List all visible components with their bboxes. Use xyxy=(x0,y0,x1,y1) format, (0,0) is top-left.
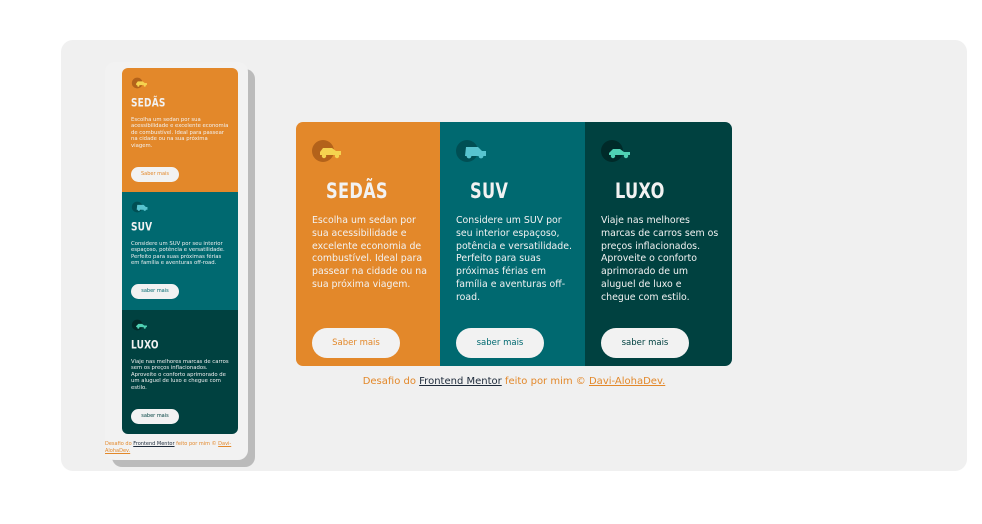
sedan-car-icon xyxy=(312,140,341,162)
suv-car-icon xyxy=(456,140,486,162)
card-suv: SUV Considere um SUV por seu interior es… xyxy=(440,122,585,366)
footer-middle: feito por mim © xyxy=(176,441,217,447)
card-description: Escolha um sedan por sua acessibilidade … xyxy=(131,117,229,149)
footer-prefix: Desafio do xyxy=(105,441,132,447)
card-description: Considere um SUV por seu interior espaço… xyxy=(131,241,225,267)
learn-more-button[interactable]: Saber mais xyxy=(131,167,179,182)
suv-car-icon xyxy=(131,201,148,213)
mobile-footer-attribution: Desafio do Frontend Mentor feito por mim… xyxy=(105,441,247,454)
card-title: SUV xyxy=(131,221,153,234)
learn-more-button[interactable]: saber mais xyxy=(131,284,179,299)
frontend-mentor-link[interactable]: Frontend Mentor xyxy=(419,376,502,387)
card-description: Escolha um sedan por sua acessibilidade … xyxy=(312,215,427,290)
learn-more-button[interactable]: Saber mais xyxy=(312,328,400,358)
mobile-card-suv: SUV Considere um SUV por seu interior es… xyxy=(122,192,238,310)
footer-middle: feito por mim © xyxy=(504,376,586,387)
card-luxury: LUXO Viaje nas melhores marcas de carros… xyxy=(585,122,732,366)
card-title: SEDÃS xyxy=(131,97,166,110)
card-description: Viaje nas melhores marcas de carros sem … xyxy=(131,359,229,391)
mobile-preview: SEDÃS Escolha um sedan por sua acessibil… xyxy=(105,62,248,460)
preview-frame: SEDÃS Escolha um sedan por sua acessibil… xyxy=(61,40,967,471)
sedan-car-icon xyxy=(131,77,147,89)
learn-more-button[interactable]: saber mais xyxy=(456,328,544,358)
card-title: SEDÃS xyxy=(326,179,388,205)
learn-more-button[interactable]: saber mais xyxy=(131,409,179,424)
card-title: LUXO xyxy=(615,179,665,205)
author-link[interactable]: Davi-AlohaDev. xyxy=(589,376,665,387)
luxury-car-icon xyxy=(131,319,147,331)
mobile-card-luxury: LUXO Viaje nas melhores marcas de carros… xyxy=(122,310,238,434)
luxury-car-icon xyxy=(601,140,630,162)
desktop-preview: SEDÃS Escolha um sedan por sua acessibil… xyxy=(296,122,732,366)
card-title: LUXO xyxy=(131,339,159,352)
card-description: Viaje nas melhores marcas de carros sem … xyxy=(601,215,719,303)
desktop-footer-attribution: Desafio do Frontend Mentor feito por mim… xyxy=(296,376,732,387)
card-title: SUV xyxy=(470,179,509,205)
learn-more-button[interactable]: saber mais xyxy=(601,328,689,358)
card-sedans: SEDÃS Escolha um sedan por sua acessibil… xyxy=(296,122,440,366)
mobile-card-sedans: SEDÃS Escolha um sedan por sua acessibil… xyxy=(122,68,238,192)
footer-prefix: Desafio do xyxy=(362,376,416,387)
frontend-mentor-link[interactable]: Frontend Mentor xyxy=(133,441,174,447)
card-description: Considere um SUV por seu interior espaço… xyxy=(456,215,572,303)
